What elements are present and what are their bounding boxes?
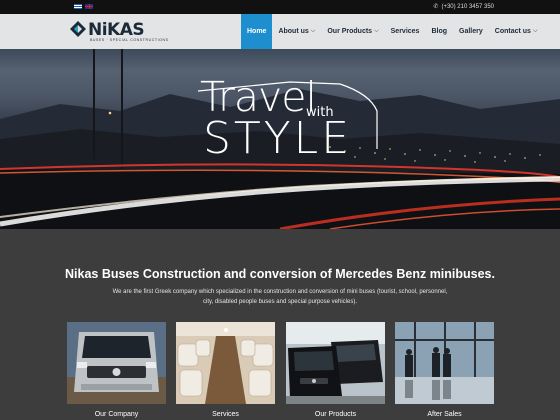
- chevron-down-icon: ⌵: [310, 28, 316, 34]
- nav-item-contact-us[interactable]: Contact us ⌵: [489, 14, 544, 49]
- phone-number: (+30) 210 3457 350: [441, 3, 494, 10]
- nav-label: Contact us: [494, 28, 531, 35]
- card-image[interactable]: [176, 322, 275, 404]
- nav-label: About us: [278, 28, 309, 35]
- top-bar: ✆ (+30) 210 3457 350: [0, 0, 560, 14]
- nav-item-gallery[interactable]: Gallery: [453, 14, 489, 49]
- business-people-window-image: [395, 322, 494, 404]
- logo[interactable]: NiKAS BUSES · SPECIAL CONSTRUCTIONS: [70, 20, 168, 44]
- card-label[interactable]: Our Products: [286, 411, 385, 418]
- intro-description: We are the first Greek company which spe…: [112, 289, 448, 305]
- black-minibuses-image: [286, 322, 385, 404]
- nav-item-home[interactable]: Home: [241, 14, 273, 49]
- nav-label: Gallery: [459, 28, 483, 35]
- bus-interior-seats-image: [176, 322, 275, 404]
- phone-contact[interactable]: ✆ (+30) 210 3457 350: [433, 3, 494, 11]
- card-our-company[interactable]: Our Company: [67, 322, 166, 418]
- card-image[interactable]: [395, 322, 494, 404]
- chevron-down-icon: ⌵: [532, 28, 538, 34]
- hero-slogan-style: STYLE: [203, 113, 352, 164]
- logo-mark-icon: [70, 21, 86, 37]
- card-label[interactable]: Our Company: [67, 411, 166, 418]
- uk-flag-icon[interactable]: [85, 4, 93, 9]
- greek-flag-icon[interactable]: [74, 4, 82, 9]
- card-image[interactable]: [67, 322, 166, 404]
- card-image[interactable]: [286, 322, 385, 404]
- nav-item-services[interactable]: Services: [385, 14, 426, 49]
- nav-item-about-us[interactable]: About us ⌵: [272, 14, 321, 49]
- language-switcher: [74, 4, 93, 9]
- nav-label: Blog: [431, 28, 448, 35]
- chevron-down-icon: ⌵: [374, 28, 379, 34]
- card-after-sales[interactable]: After Sales: [395, 322, 494, 418]
- brand-name: NiKAS: [88, 20, 145, 40]
- intro-heading: Nikas Buses Construction and conversion …: [65, 267, 495, 281]
- hero-slogan-travel: Travel: [200, 73, 317, 121]
- card-label[interactable]: After Sales: [395, 411, 494, 418]
- nav-item-our-products[interactable]: Our Products ⌵: [321, 14, 384, 49]
- nav-item-blog[interactable]: Blog: [425, 14, 453, 49]
- nav-label: Our Products: [327, 28, 373, 35]
- minibus-front-image: [67, 322, 166, 404]
- nav-menu: Home About us ⌵ Our Products ⌵ Services Bl…: [241, 14, 544, 49]
- brand-tagline: BUSES · SPECIAL CONSTRUCTIONS: [90, 38, 169, 42]
- main-navbar: NiKAS BUSES · SPECIAL CONSTRUCTIONS Home…: [0, 14, 560, 49]
- feature-cards: Our Company Services Our Products After …: [67, 322, 494, 420]
- card-our-products[interactable]: Our Products: [286, 322, 385, 418]
- nav-label: Home: [247, 28, 267, 35]
- card-label[interactable]: Services: [176, 411, 275, 418]
- card-services[interactable]: Services: [176, 322, 275, 418]
- nav-label: Services: [390, 28, 420, 35]
- hero-banner: Travel with STYLE: [0, 49, 560, 229]
- phone-icon: ✆: [433, 4, 439, 10]
